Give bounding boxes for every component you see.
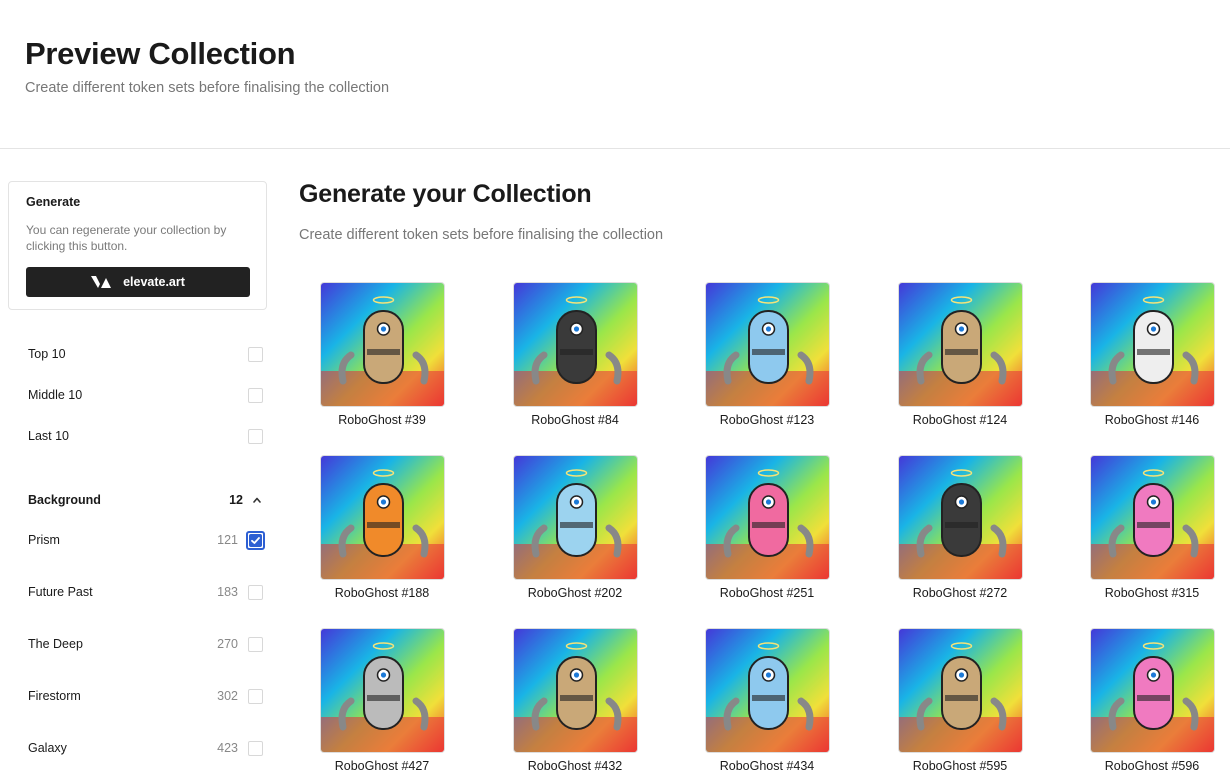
token-name: RoboGhost #188	[334, 586, 430, 600]
token-image	[898, 455, 1023, 580]
generate-card-title: Generate	[26, 195, 81, 209]
filter-checkbox[interactable]	[248, 429, 263, 444]
regenerate-button-label: elevate.art	[123, 275, 185, 289]
token-card[interactable]: RoboGhost #123	[687, 282, 847, 442]
trait-section-background[interactable]: Background 12	[28, 491, 264, 511]
token-card[interactable]: RoboGhost #434	[687, 628, 847, 782]
trait-section-count: 12	[229, 493, 243, 507]
trait-option-label: The Deep	[28, 637, 83, 651]
token-name: RoboGhost #434	[719, 759, 815, 773]
token-card[interactable]: RoboGhost #124	[880, 282, 1040, 442]
token-image	[513, 628, 638, 753]
token-image	[705, 282, 830, 407]
token-name: RoboGhost #596	[1104, 759, 1200, 773]
token-name: RoboGhost #427	[334, 759, 430, 773]
main-title: Generate your Collection	[299, 180, 592, 208]
trait-option-checkbox[interactable]	[248, 741, 263, 756]
checkmark-icon	[249, 534, 262, 547]
generate-card-description: You can regenerate your collection by cl…	[26, 223, 227, 253]
token-card[interactable]: RoboGhost #432	[495, 628, 655, 782]
trait-option-checkbox[interactable]	[248, 637, 263, 652]
filter-top-10[interactable]: Top 10	[28, 345, 264, 365]
token-name: RoboGhost #251	[719, 586, 815, 600]
token-name: RoboGhost #84	[531, 413, 619, 427]
token-name: RoboGhost #202	[527, 586, 623, 600]
trait-option-checkbox[interactable]	[246, 531, 265, 550]
trait-option-future-past[interactable]: Future Past 183	[28, 583, 264, 603]
regenerate-button[interactable]: elevate.art	[26, 267, 250, 297]
token-card[interactable]: RoboGhost #202	[495, 455, 655, 615]
trait-option-prism[interactable]: Prism 121	[28, 531, 265, 551]
trait-option-galaxy[interactable]: Galaxy 423	[28, 739, 264, 759]
filter-label: Top 10	[28, 347, 66, 361]
token-card[interactable]: RoboGhost #427	[302, 628, 462, 782]
page-header: Preview Collection Create different toke…	[0, 0, 1230, 149]
token-card[interactable]: RoboGhost #146	[1072, 282, 1230, 442]
filter-last-10[interactable]: Last 10	[28, 427, 264, 447]
token-card[interactable]: RoboGhost #272	[880, 455, 1040, 615]
token-card[interactable]: RoboGhost #84	[495, 282, 655, 442]
filter-label: Middle 10	[28, 388, 83, 402]
token-image	[513, 282, 638, 407]
trait-option-count: 302	[217, 689, 238, 703]
token-card[interactable]: RoboGhost #595	[880, 628, 1040, 782]
token-image	[320, 455, 445, 580]
generate-card: Generate You can regenerate your collect…	[8, 181, 267, 310]
trait-option-label: Prism	[28, 533, 60, 547]
token-image	[513, 455, 638, 580]
token-name: RoboGhost #39	[338, 413, 426, 427]
token-image	[1090, 628, 1215, 753]
main-subtitle: Create different token sets before final…	[299, 227, 664, 243]
token-name: RoboGhost #146	[1104, 413, 1200, 427]
trait-option-label: Firestorm	[28, 689, 81, 703]
token-card[interactable]: RoboGhost #596	[1072, 628, 1230, 782]
elevate-logo-icon	[91, 276, 112, 288]
chevron-up-icon[interactable]	[252, 495, 262, 505]
trait-option-label: Future Past	[28, 585, 93, 599]
token-name: RoboGhost #595	[912, 759, 1008, 773]
token-image	[898, 282, 1023, 407]
filter-middle-10[interactable]: Middle 10	[28, 386, 264, 406]
token-image	[898, 628, 1023, 753]
trait-option-count: 183	[217, 585, 238, 599]
token-name: RoboGhost #315	[1104, 586, 1200, 600]
token-name: RoboGhost #432	[527, 759, 623, 773]
filter-checkbox[interactable]	[248, 388, 263, 403]
page-subtitle: Create different token sets before final…	[25, 80, 390, 96]
trait-option-count: 423	[217, 741, 238, 755]
token-card[interactable]: RoboGhost #39	[302, 282, 462, 442]
page-title: Preview Collection	[25, 36, 296, 71]
trait-option-checkbox[interactable]	[248, 689, 263, 704]
trait-section-title: Background	[28, 493, 101, 507]
token-image	[1090, 282, 1215, 407]
token-card[interactable]: RoboGhost #315	[1072, 455, 1230, 615]
token-image	[705, 628, 830, 753]
token-name: RoboGhost #123	[719, 413, 815, 427]
trait-option-checkbox[interactable]	[248, 585, 263, 600]
trait-option-the-deep[interactable]: The Deep 270	[28, 635, 264, 655]
trait-option-count: 121	[217, 533, 238, 547]
trait-option-count: 270	[217, 637, 238, 651]
token-image	[320, 628, 445, 753]
token-card[interactable]: RoboGhost #188	[302, 455, 462, 615]
token-image	[705, 455, 830, 580]
token-image	[320, 282, 445, 407]
token-name: RoboGhost #124	[912, 413, 1008, 427]
trait-option-label: Galaxy	[28, 741, 67, 755]
token-image	[1090, 455, 1215, 580]
trait-option-firestorm[interactable]: Firestorm 302	[28, 687, 264, 707]
token-card[interactable]: RoboGhost #251	[687, 455, 847, 615]
token-name: RoboGhost #272	[912, 586, 1008, 600]
filter-label: Last 10	[28, 429, 70, 443]
filter-checkbox[interactable]	[248, 347, 263, 362]
